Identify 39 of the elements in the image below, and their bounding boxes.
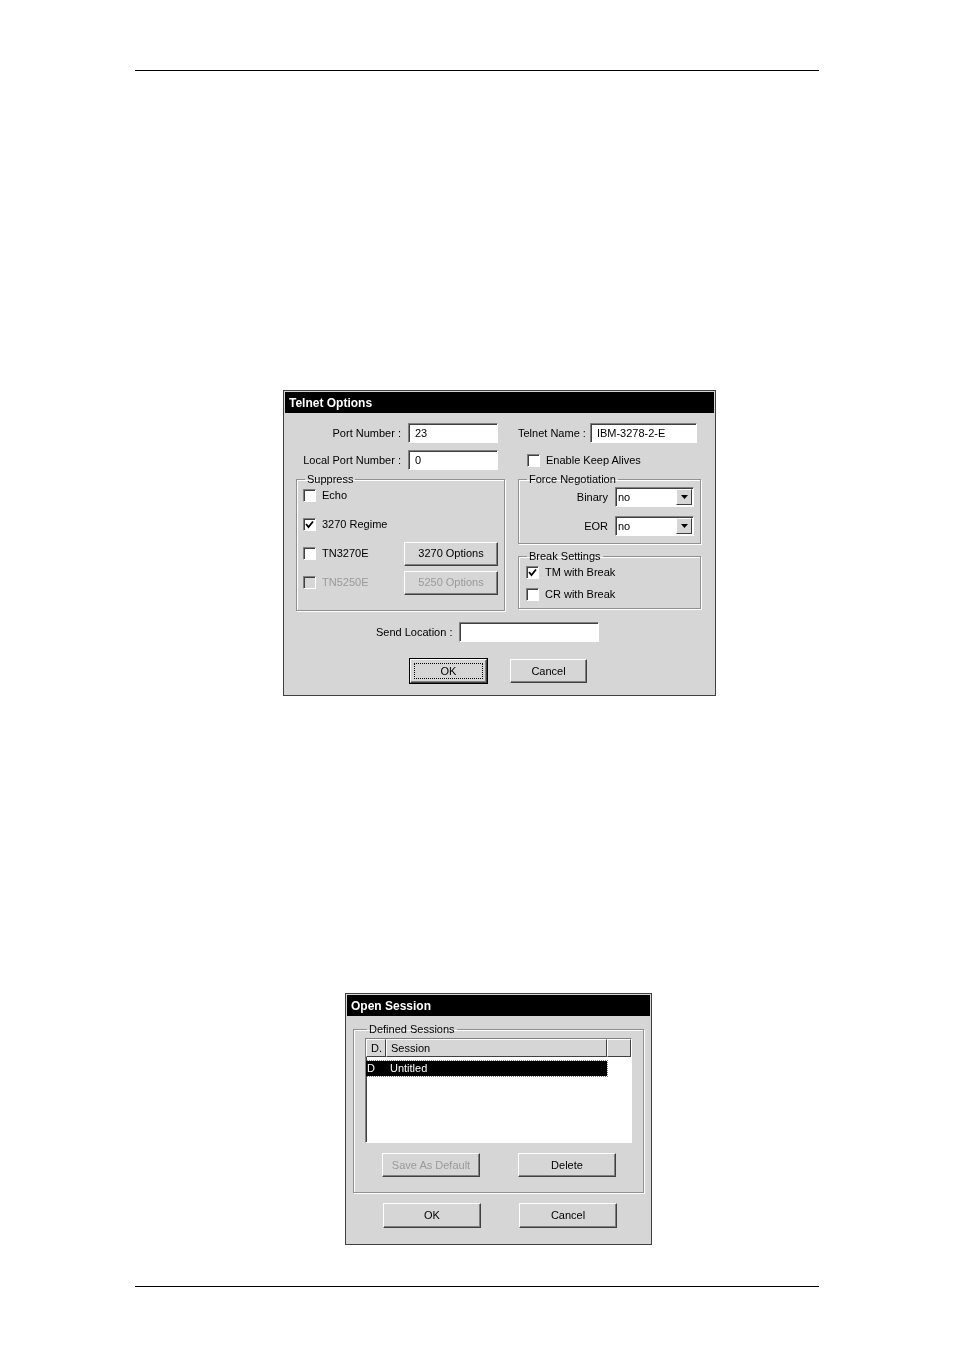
button[interactable]: OK bbox=[410, 659, 487, 683]
field-label: Port Number : bbox=[332, 425, 401, 441]
list-row[interactable]: D Untitled bbox=[366, 1061, 607, 1076]
checkbox-label[interactable]: Echo bbox=[322, 487, 348, 504]
text-field[interactable]: IBM-3278-2-E bbox=[589, 423, 697, 443]
button[interactable]: Delete bbox=[518, 1153, 616, 1177]
text-field[interactable]: 0 bbox=[408, 450, 498, 470]
button[interactable]: OK bbox=[383, 1203, 481, 1228]
field-label: Telnet Name : bbox=[518, 425, 586, 441]
checkbox-label[interactable]: CR with Break bbox=[545, 585, 616, 603]
field-label: EOR bbox=[584, 518, 608, 534]
group-title: Force Negotiation bbox=[528, 473, 617, 485]
button[interactable]: Cancel bbox=[519, 1203, 617, 1228]
column-header[interactable]: D. bbox=[366, 1039, 386, 1057]
field-label: Send Location : bbox=[376, 624, 453, 640]
window-title: Telnet Options bbox=[285, 392, 714, 413]
group-title: Break Settings bbox=[528, 550, 602, 562]
dropdown[interactable]: no bbox=[615, 516, 694, 536]
checkbox-label[interactable]: TN3270E bbox=[322, 545, 369, 562]
checkbox-label[interactable]: 3270 Regime bbox=[322, 516, 388, 533]
group-title: Suppress bbox=[306, 473, 355, 485]
field-label: Binary bbox=[576, 489, 608, 505]
checkbox-label[interactable]: TM with Break bbox=[545, 563, 616, 581]
button[interactable]: 3270 Options bbox=[404, 541, 498, 566]
checkbox-label[interactable]: Enable Keep Alives bbox=[546, 451, 641, 469]
checkbox[interactable] bbox=[303, 547, 316, 560]
column-header[interactable]: Session bbox=[386, 1039, 607, 1057]
group-title: Defined Sessions bbox=[368, 1023, 456, 1035]
checkbox[interactable] bbox=[303, 518, 316, 531]
checkbox[interactable] bbox=[526, 565, 539, 579]
checkbox[interactable] bbox=[303, 489, 316, 502]
dropdown[interactable]: no bbox=[615, 487, 694, 507]
checkbox[interactable] bbox=[527, 453, 540, 467]
window-title: Open Session bbox=[347, 995, 650, 1016]
checkbox[interactable] bbox=[526, 587, 539, 601]
field-label: Local Port Number : bbox=[303, 452, 401, 468]
button[interactable]: Cancel bbox=[510, 659, 587, 683]
text-field[interactable]: 23 bbox=[408, 423, 498, 443]
text-field[interactable] bbox=[459, 622, 600, 642]
